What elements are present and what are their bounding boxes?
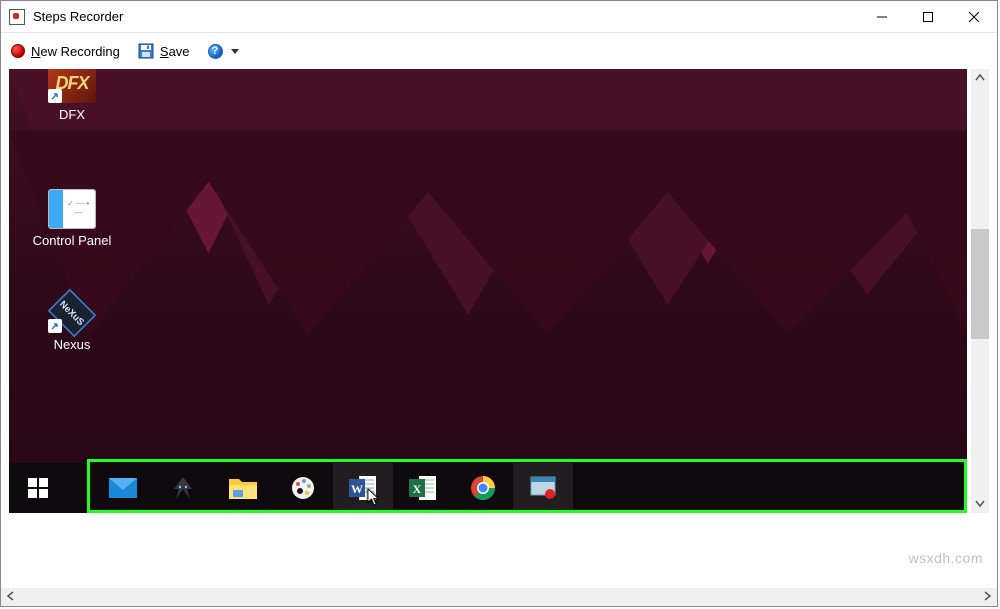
toolbar: New Recording Save ? [1,33,997,69]
steps-recorder-window: Steps Recorder New Recording Save ? [0,0,998,607]
highlight-box [87,459,967,513]
titlebar[interactable]: Steps Recorder [1,1,997,33]
horizontal-scrollbar[interactable] [1,588,997,606]
desktop-icon-dfx[interactable]: DFX [29,69,115,122]
scroll-right-button[interactable] [977,591,997,604]
chevron-down-icon [231,49,239,54]
maximize-icon [922,11,934,23]
new-recording-label: New Recording [31,44,120,59]
windows-logo-icon [28,478,48,498]
save-label: Save [160,44,190,59]
captured-desktop: DFX Control Panel Nexus [9,69,967,513]
wallpaper-mountains [9,69,967,513]
save-button[interactable]: Save [138,43,190,59]
scroll-thumb[interactable] [971,229,989,339]
close-button[interactable] [951,1,997,33]
maximize-button[interactable] [905,1,951,33]
scroll-left-button[interactable] [1,591,21,604]
help-icon: ? [208,44,223,59]
shortcut-overlay-icon [48,319,62,333]
start-button[interactable] [9,463,67,513]
help-dropdown[interactable]: ? [208,44,239,59]
watermark-text: wsxdh.com [908,550,983,566]
chevron-left-icon [6,591,16,601]
desktop-icon-nexus[interactable]: Nexus [29,293,115,352]
record-icon [11,44,25,58]
vertical-scrollbar[interactable] [971,69,989,513]
steps-recorder-app-icon [9,9,25,25]
chevron-down-icon [975,499,985,509]
minimize-icon [876,11,888,23]
save-icon [138,43,154,59]
minimize-button[interactable] [859,1,905,33]
control-panel-icon [48,189,96,229]
chevron-right-icon [982,591,992,601]
shortcut-overlay-icon [48,89,62,103]
desktop-icon-control-panel[interactable]: Control Panel [29,189,115,248]
chevron-up-icon [975,73,985,83]
new-recording-button[interactable]: New Recording [11,44,120,59]
icon-label: Nexus [54,337,91,352]
nexus-icon [48,293,96,333]
icon-label: Control Panel [33,233,112,248]
window-title: Steps Recorder [33,9,123,24]
scroll-up-button[interactable] [971,69,989,87]
dfx-icon [48,69,96,103]
scroll-down-button[interactable] [971,495,989,513]
recording-content-area: DFX Control Panel Nexus [1,69,997,606]
close-icon [968,11,980,23]
icon-label: DFX [59,107,85,122]
